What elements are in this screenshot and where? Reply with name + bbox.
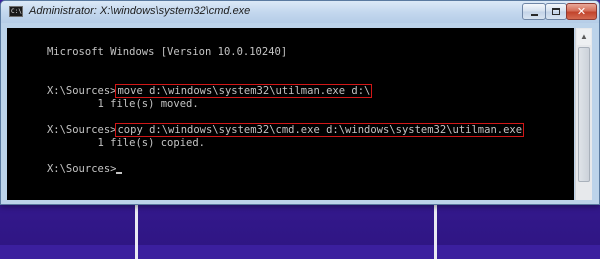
console-line-move: X:\Sources>move d:\windows\system32\util… bbox=[9, 72, 373, 98]
console-line-current-prompt[interactable]: X:\Sources> bbox=[9, 150, 123, 175]
console-line-banner: Microsoft Windows [Version 10.0.10240] bbox=[9, 33, 287, 58]
move-result: 1 file(s) moved. bbox=[46, 98, 199, 110]
maximize-icon bbox=[552, 8, 560, 15]
scroll-up-arrow-icon[interactable]: ▲ bbox=[577, 29, 591, 45]
copy-result: 1 file(s) copied. bbox=[46, 137, 205, 149]
console-line-move-output: 1 file(s) moved. bbox=[9, 85, 199, 110]
title-bar[interactable]: C:\ Administrator: X:\windows\system32\c… bbox=[1, 1, 599, 23]
app-icon-text: C:\ bbox=[11, 8, 22, 15]
cmd-window[interactable]: C:\ Administrator: X:\windows\system32\c… bbox=[0, 0, 600, 205]
banner-text: Microsoft Windows [Version 10.0.10240] bbox=[46, 46, 288, 58]
maximize-button[interactable] bbox=[545, 3, 567, 20]
console-line-copy: X:\Sources>copy d:\windows\system32\cmd.… bbox=[9, 111, 525, 137]
prompt: X:\Sources> bbox=[46, 163, 117, 175]
console-line-copy-output: 1 file(s) copied. bbox=[9, 124, 205, 149]
minimize-button[interactable] bbox=[522, 3, 546, 20]
close-button[interactable]: ✕ bbox=[566, 3, 597, 20]
vertical-scrollbar[interactable]: ▲ bbox=[575, 28, 592, 200]
console-output[interactable]: Microsoft Windows [Version 10.0.10240] X… bbox=[7, 28, 574, 200]
minimize-icon bbox=[531, 14, 538, 16]
cmd-app-icon[interactable]: C:\ bbox=[9, 6, 23, 17]
scrollbar-thumb[interactable] bbox=[578, 47, 590, 182]
close-icon: ✕ bbox=[576, 5, 587, 18]
window-title: Administrator: X:\windows\system32\cmd.e… bbox=[29, 5, 251, 17]
text-cursor bbox=[116, 172, 123, 174]
